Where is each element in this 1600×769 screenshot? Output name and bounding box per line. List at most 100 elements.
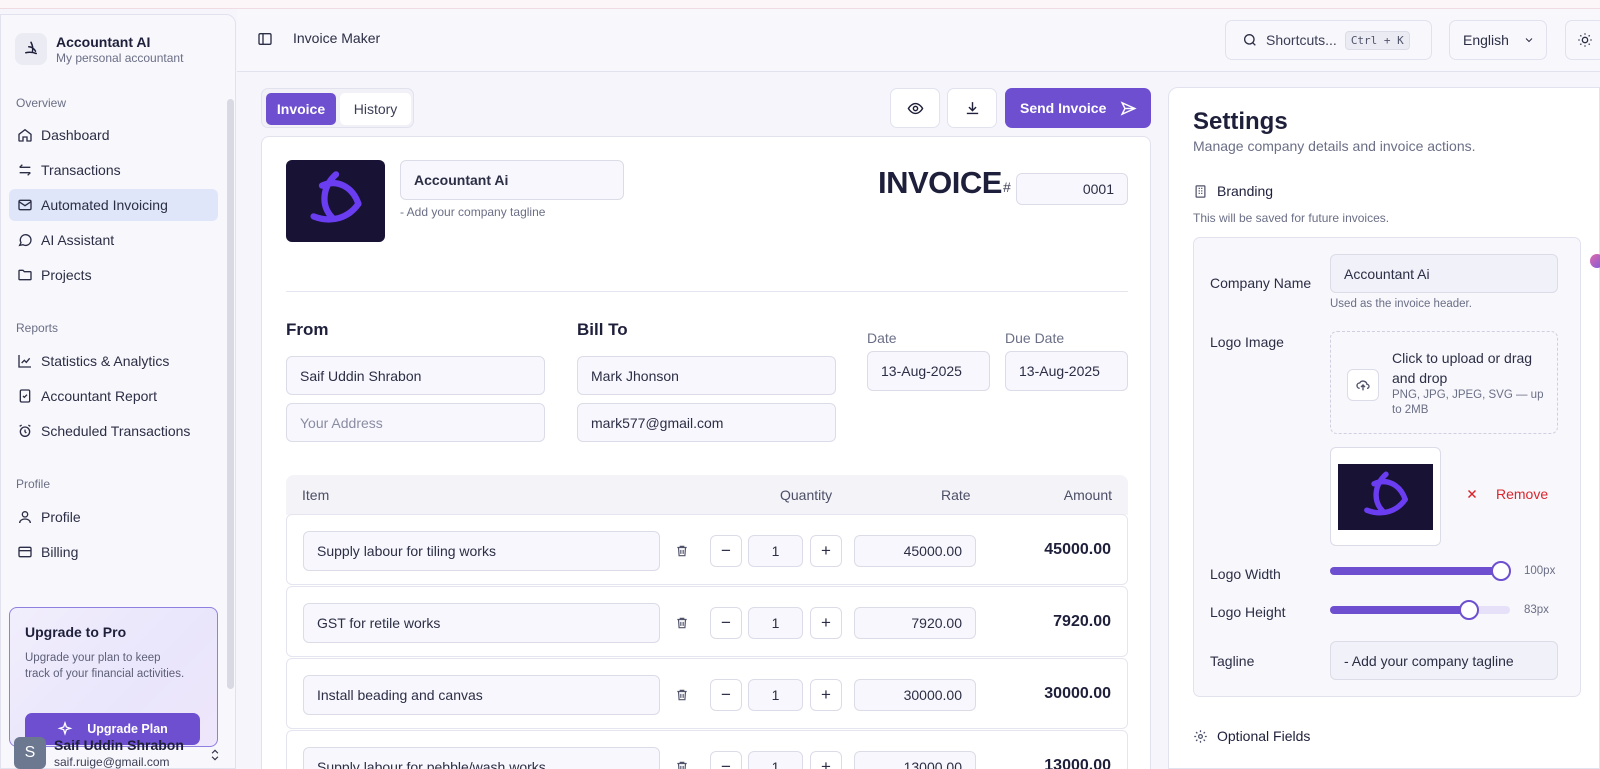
increase-quantity-button[interactable]: + xyxy=(810,679,842,711)
nav-label: Automated Invoicing xyxy=(41,197,168,213)
download-button[interactable] xyxy=(947,88,997,128)
rate-input[interactable]: 13000.00 xyxy=(854,751,976,769)
quantity-input[interactable]: 1 xyxy=(748,607,803,639)
floating-assistant-icon[interactable] xyxy=(1590,254,1600,268)
settings-title: Settings xyxy=(1193,108,1288,135)
nav-dashboard[interactable]: Dashboard xyxy=(9,119,218,151)
company-name-label: Company Name xyxy=(1210,275,1312,291)
slider-handle[interactable] xyxy=(1491,561,1511,581)
line-amount: 7920.00 xyxy=(1053,613,1111,630)
nav-label: Billing xyxy=(41,544,79,560)
item-description-input[interactable]: Supply labour for pebble/wash works xyxy=(303,747,660,769)
tab-invoice[interactable]: Invoice xyxy=(266,93,336,125)
folder-icon xyxy=(18,269,32,281)
quantity-input[interactable]: 1 xyxy=(748,751,803,769)
nav-transactions[interactable]: Transactions xyxy=(9,154,218,186)
trash-icon[interactable] xyxy=(675,759,689,769)
brand-subtitle: My personal accountant xyxy=(56,50,184,65)
from-heading: From xyxy=(286,320,329,339)
company-name-input[interactable]: Accountant Ai xyxy=(400,160,624,200)
send-label: Send Invoice xyxy=(1020,100,1107,116)
brand[interactable]: Accountant AI My personal accountant xyxy=(15,33,183,65)
date-label: Date xyxy=(867,330,897,346)
nav-billing[interactable]: Billing xyxy=(9,536,218,568)
alarm-icon xyxy=(19,424,31,437)
from-name-input[interactable]: Saif Uddin Shrabon xyxy=(286,356,545,395)
user-menu[interactable]: S Saif Uddin Shrabon saif.ruige@gmail.co… xyxy=(14,737,222,769)
bill-to-name-input[interactable]: Mark Jhonson xyxy=(577,356,836,395)
branding-label: Branding xyxy=(1217,183,1274,199)
item-description-input[interactable]: Install beading and canvas xyxy=(303,675,660,715)
settings-company-name-input[interactable]: Accountant Ai xyxy=(1330,254,1558,293)
settings-subtitle: Manage company details and invoice actio… xyxy=(1193,138,1476,154)
chevron-down-icon xyxy=(1525,38,1533,43)
tagline-hint[interactable]: - Add your company tagline xyxy=(400,205,545,219)
download-icon xyxy=(966,101,978,114)
quantity-input[interactable]: 1 xyxy=(748,679,803,711)
increase-quantity-button[interactable]: + xyxy=(810,607,842,639)
nav-projects[interactable]: Projects xyxy=(9,259,218,291)
decrease-quantity-button[interactable]: − xyxy=(710,535,742,567)
increase-quantity-button[interactable]: + xyxy=(810,751,842,769)
nav-profile[interactable]: Profile xyxy=(9,501,218,533)
chat-icon xyxy=(18,234,32,247)
nav-label: Accountant Report xyxy=(41,388,157,404)
due-date-label: Due Date xyxy=(1005,330,1065,346)
invoice-hash: # xyxy=(1003,179,1011,195)
language-select[interactable]: English xyxy=(1449,20,1547,60)
item-description-input[interactable]: GST for retile works xyxy=(303,603,660,643)
logo-width-slider[interactable] xyxy=(1330,561,1511,581)
logo-height-slider[interactable] xyxy=(1330,600,1510,620)
sparkle-icon xyxy=(57,721,73,736)
branding-heading[interactable]: Branding xyxy=(1193,183,1273,199)
trash-icon[interactable] xyxy=(675,615,689,631)
settings-tagline-input[interactable]: - Add your company tagline xyxy=(1330,641,1558,680)
preview-button[interactable] xyxy=(890,88,940,128)
invoice-title: INVOICE xyxy=(878,165,1002,200)
optional-fields-heading[interactable]: Optional Fields xyxy=(1193,728,1310,744)
eye-icon xyxy=(907,102,923,114)
rate-input[interactable]: 30000.00 xyxy=(854,679,976,711)
header: Invoice Maker Shortcuts... Ctrl + K Engl… xyxy=(237,9,1600,72)
nav-statistics[interactable]: Statistics & Analytics xyxy=(9,345,218,377)
branding-panel: Company Name Accountant Ai Used as the i… xyxy=(1193,237,1581,697)
sidebar-scrollbar[interactable] xyxy=(227,99,234,689)
sidebar-toggle-icon[interactable] xyxy=(257,31,273,47)
nav-label: Profile xyxy=(41,509,81,525)
decrease-quantity-button[interactable]: − xyxy=(710,679,742,711)
tab-history[interactable]: History xyxy=(340,93,411,125)
invoice-number-input[interactable]: 0001 xyxy=(1016,173,1128,205)
decrease-quantity-button[interactable]: − xyxy=(710,607,742,639)
divider xyxy=(286,291,1128,292)
trash-icon[interactable] xyxy=(675,687,689,703)
logo-height-value: 83px xyxy=(1524,604,1549,616)
nav-accountant-report[interactable]: Accountant Report xyxy=(9,380,218,412)
nav-scheduled-transactions[interactable]: Scheduled Transactions xyxy=(9,415,218,447)
remove-logo-button[interactable]: Remove xyxy=(1466,486,1548,502)
from-address-input[interactable]: Your Address xyxy=(286,403,545,442)
due-date-input[interactable]: 13-Aug-2025 xyxy=(1005,351,1128,391)
rate-input[interactable]: 7920.00 xyxy=(854,607,976,639)
item-description-input[interactable]: Supply labour for tiling works xyxy=(303,531,660,571)
invoice-editor: Accountant Ai - Add your company tagline… xyxy=(261,136,1151,769)
shortcuts-search[interactable]: Shortcuts... Ctrl + K xyxy=(1225,20,1432,60)
nav-label: Statistics & Analytics xyxy=(41,353,170,369)
company-logo[interactable] xyxy=(286,160,385,242)
date-input[interactable]: 13-Aug-2025 xyxy=(867,351,990,391)
theme-toggle-button[interactable] xyxy=(1565,20,1600,60)
branding-note: This will be saved for future invoices. xyxy=(1193,211,1390,225)
bill-to-email-input[interactable]: mark577@gmail.com xyxy=(577,403,836,442)
increase-quantity-button[interactable]: + xyxy=(810,535,842,567)
nav-ai-assistant[interactable]: AI Assistant xyxy=(9,224,218,256)
decrease-quantity-button[interactable]: − xyxy=(710,751,742,769)
nav-automated-invoicing[interactable]: Automated Invoicing xyxy=(9,189,218,221)
section-reports: Reports xyxy=(16,321,59,335)
brand-name: Accountant AI xyxy=(56,33,151,50)
optional-fields-label: Optional Fields xyxy=(1217,728,1311,744)
rate-input[interactable]: 45000.00 xyxy=(854,535,976,567)
logo-upload-dropzone[interactable]: Click to upload or drag and drop PNG, JP… xyxy=(1330,331,1558,434)
trash-icon[interactable] xyxy=(675,543,689,559)
send-invoice-button[interactable]: Send Invoice xyxy=(1005,88,1151,128)
slider-handle[interactable] xyxy=(1458,600,1479,620)
quantity-input[interactable]: 1 xyxy=(748,535,803,567)
